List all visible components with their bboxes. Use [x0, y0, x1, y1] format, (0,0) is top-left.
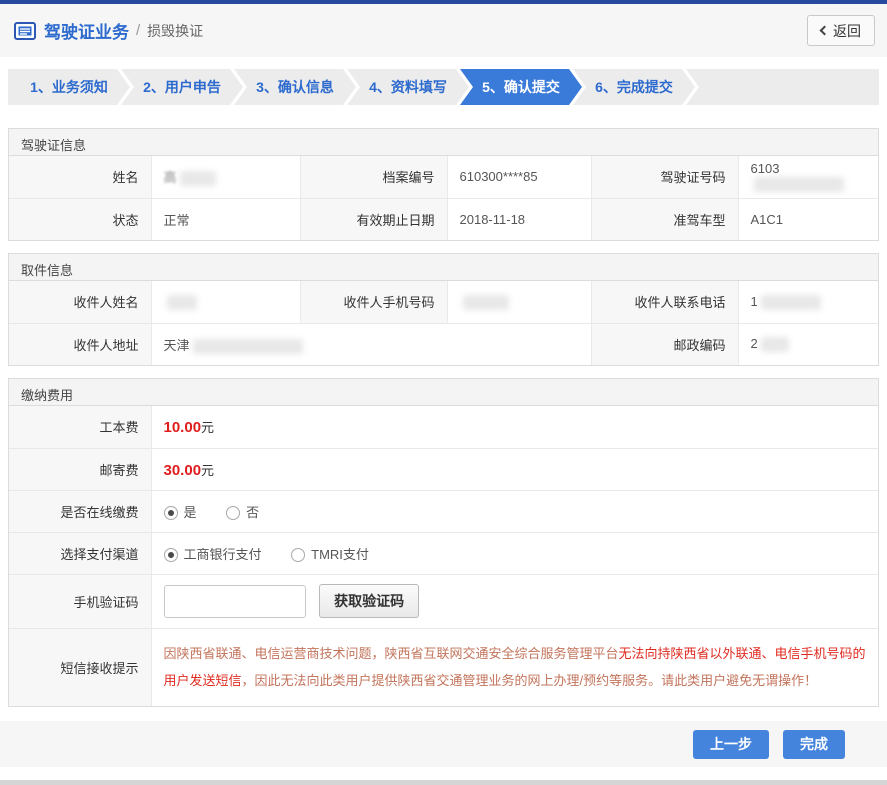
- field-value-production-fee: 10.00元: [150, 406, 878, 448]
- breadcrumb-separator: /: [136, 22, 141, 39]
- step-1-business-notice[interactable]: 1、业务须知: [8, 69, 130, 105]
- footer-action-bar: 上一步 完成: [0, 721, 887, 767]
- table-row: 状态 正常 有效期止日期 2018-11-18 准驾车型 A1C1: [9, 197, 878, 240]
- page-header: 驾驶证业务 / 损毁换证 返回: [0, 4, 887, 57]
- field-label-recipient-name: 收件人姓名: [9, 281, 151, 323]
- redacted-value: [166, 294, 197, 310]
- back-button[interactable]: 返回: [807, 15, 875, 46]
- pay-channel-options: 工商银行支付 TMRI支付: [150, 531, 878, 574]
- finish-button[interactable]: 完成: [783, 729, 845, 759]
- pickup-info-section: 取件信息 收件人姓名 收件人手机号码 收件人联系电话 1 收件人地址 天津 邮政…: [8, 253, 879, 366]
- pickup-section-title: 取件信息: [9, 254, 878, 281]
- redacted-value: [192, 338, 303, 354]
- payment-table: 工本费 10.00元 邮寄费 30.00元 是否在线缴费 是 否 选择支付渠道 …: [9, 406, 878, 706]
- field-label-status: 状态: [9, 197, 151, 240]
- table-row: 工本费 10.00元: [9, 406, 878, 448]
- field-label-license-number: 驾驶证号码: [590, 156, 738, 198]
- step-5-confirm-submit[interactable]: 5、确认提交: [460, 69, 582, 105]
- field-value-postage-fee: 30.00元: [150, 447, 878, 490]
- field-value-recipient-address: 天津: [150, 322, 591, 365]
- table-row: 姓名 高 档案编号 610300****85 驾驶证号码 6103: [9, 156, 878, 198]
- bottom-divider-bar: [0, 780, 887, 785]
- redacted-value: [760, 294, 821, 310]
- online-pay-no-option[interactable]: 否: [226, 505, 259, 520]
- page-title: 驾驶证业务: [44, 23, 129, 42]
- field-label-recipient-address: 收件人地址: [9, 322, 151, 365]
- table-row: 是否在线缴费 是 否: [9, 489, 878, 532]
- radio-checked-icon[interactable]: [163, 547, 178, 562]
- field-label-production-fee: 工本费: [9, 406, 151, 448]
- step-bar-filler: [686, 69, 879, 105]
- radio-unchecked-icon[interactable]: [291, 547, 306, 562]
- field-value-file-number: 610300****85: [446, 156, 591, 198]
- fee-unit: 元: [201, 420, 215, 436]
- table-row: 邮寄费 30.00元: [9, 447, 878, 490]
- redacted-value: [179, 171, 216, 187]
- field-value-name: 高: [150, 156, 300, 198]
- field-label-vehicle-class: 准驾车型: [590, 197, 738, 240]
- redacted-value: [753, 177, 844, 193]
- chevron-left-icon: [819, 25, 830, 36]
- channel-tmri-option[interactable]: TMRI支付: [291, 547, 369, 562]
- field-label-postal-code: 邮政编码: [590, 322, 738, 365]
- license-info-table: 姓名 高 档案编号 610300****85 驾驶证号码 6103 状态 正常 …: [9, 156, 878, 240]
- field-value-recipient-phone: 1: [737, 281, 878, 323]
- field-label-online-pay: 是否在线缴费: [9, 489, 151, 532]
- step-wizard: 1、业务须知 2、用户申告 3、确认信息 4、资料填写 5、确认提交 6、完成提…: [8, 69, 879, 105]
- payment-section: 缴纳费用 工本费 10.00元 邮寄费 30.00元 是否在线缴费 是 否 选择…: [8, 378, 879, 707]
- table-row: 短信接收提示 因陕西省联通、电信运营商技术问题，陕西省互联网交通安全综合服务管理…: [9, 627, 878, 706]
- field-label-recipient-mobile: 收件人手机号码: [299, 281, 447, 323]
- field-value-recipient-name: [150, 281, 300, 323]
- step-4-fill-material[interactable]: 4、资料填写: [347, 69, 469, 105]
- field-label-postage-fee: 邮寄费: [9, 447, 151, 490]
- production-fee-amount: 10.00: [163, 419, 202, 437]
- radio-unchecked-icon[interactable]: [226, 505, 241, 520]
- license-business-icon: [14, 21, 36, 40]
- back-button-label: 返回: [833, 22, 861, 39]
- field-value-status: 正常: [150, 197, 300, 240]
- field-label-sms-notice: 短信接收提示: [9, 627, 151, 706]
- breadcrumb-current: 损毁换证: [147, 22, 204, 39]
- pickup-info-table: 收件人姓名 收件人手机号码 收件人联系电话 1 收件人地址 天津 邮政编码 2: [9, 281, 878, 365]
- online-pay-options: 是 否: [150, 489, 878, 532]
- table-row: 收件人地址 天津 邮政编码 2: [9, 322, 878, 365]
- field-label-recipient-phone: 收件人联系电话: [590, 281, 738, 323]
- sms-notice-text: 因陕西省联通、电信运营商技术问题，陕西省互联网交通安全综合服务管理平台无法向持陕…: [150, 627, 878, 706]
- channel-icbc-option[interactable]: 工商银行支付: [163, 547, 262, 562]
- field-value-postal-code: 2: [737, 322, 878, 365]
- license-info-section: 驾驶证信息 姓名 高 档案编号 610300****85 驾驶证号码 6103 …: [8, 128, 879, 241]
- table-row: 手机验证码 获取验证码: [9, 573, 878, 628]
- radio-checked-icon[interactable]: [163, 505, 178, 520]
- sms-code-input[interactable]: [163, 585, 306, 618]
- table-row: 选择支付渠道 工商银行支付 TMRI支付: [9, 531, 878, 574]
- table-row: 收件人姓名 收件人手机号码 收件人联系电话 1: [9, 281, 878, 323]
- field-label-expiry-date: 有效期止日期: [299, 197, 447, 240]
- field-label-pay-channel: 选择支付渠道: [9, 531, 151, 574]
- sms-code-row: 获取验证码: [150, 573, 878, 628]
- field-value-expiry-date: 2018-11-18: [446, 197, 591, 240]
- postage-fee-amount: 30.00: [163, 461, 202, 479]
- step-6-finish-submit[interactable]: 6、完成提交: [573, 69, 695, 105]
- fee-unit: 元: [201, 462, 215, 478]
- step-2-user-declaration[interactable]: 2、用户申告: [121, 69, 243, 105]
- field-label-sms-code: 手机验证码: [9, 573, 151, 628]
- field-label-file-number: 档案编号: [299, 156, 447, 198]
- license-section-title: 驾驶证信息: [9, 129, 878, 156]
- field-value-license-number: 6103: [737, 156, 878, 198]
- get-sms-code-button[interactable]: 获取验证码: [319, 584, 420, 618]
- field-value-vehicle-class: A1C1: [737, 197, 878, 240]
- field-value-recipient-mobile: [446, 281, 591, 323]
- step-3-confirm-info[interactable]: 3、确认信息: [234, 69, 356, 105]
- field-label-name: 姓名: [9, 156, 151, 198]
- redacted-value: [462, 294, 509, 310]
- notice-part-3: ，因此无法向此类用户提供陕西省交通管理业务的网上办理/预约等服务。请此类用户避免…: [241, 673, 818, 689]
- previous-step-button[interactable]: 上一步: [693, 729, 769, 759]
- online-pay-yes-option[interactable]: 是: [163, 505, 197, 520]
- notice-part-1: 因陕西省联通、电信运营商技术问题，陕西省互联网交通安全综合服务管理平台: [163, 646, 619, 662]
- payment-section-title: 缴纳费用: [9, 379, 878, 406]
- redacted-value: [760, 337, 789, 353]
